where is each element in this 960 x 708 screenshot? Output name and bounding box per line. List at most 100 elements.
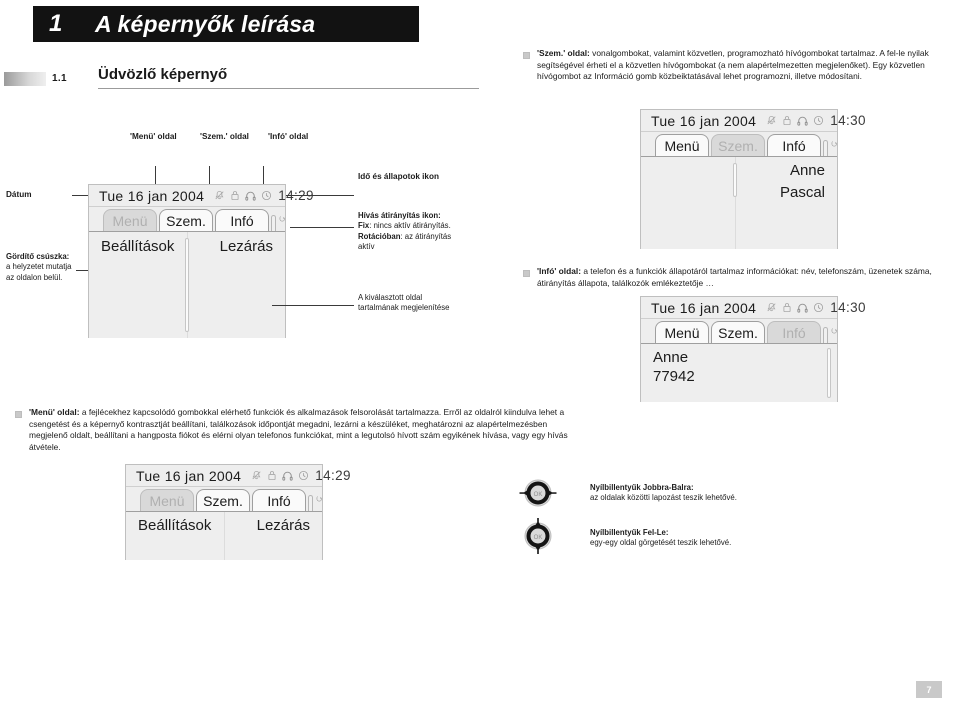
bullet-marker-info [523,270,530,277]
tab-info[interactable]: Infó [767,321,821,343]
label-selected-1: A kiválasztott oldal [358,293,423,302]
tab-info[interactable]: Infó [767,134,821,156]
call-forward-hand-icon [316,495,322,501]
clock-icon [299,470,309,481]
status-time-bottom: 14:29 [315,468,351,483]
scrollbar-thumb[interactable] [827,348,831,398]
info-lines: Anne 77942 [653,348,695,386]
label-scrollbar-body-2: az oldalon belül. [6,272,63,282]
lock-icon [783,116,791,126]
tab-info[interactable]: Infó [215,209,269,231]
call-forward-hand-icon [831,140,837,146]
tab-menu[interactable]: Menü [655,134,709,156]
note-menu-oldal: 'Menü' oldal: a fejlécekhez kapcsolódó g… [29,407,570,453]
status-bar: Tue 16 jan 2004 14:29 [89,185,314,207]
headset-icon [245,191,256,201]
tab-szem[interactable]: Szem. [711,321,765,343]
label-selected-2: tartalmának megjelenítése [358,303,450,313]
tab-nub [308,495,313,511]
label-selected-page: A kiválasztott oldal tartalmának megjele… [358,293,468,314]
tab-bar-info: Menü Szem. Infó [641,319,837,343]
content-row: Pascal [641,184,837,201]
tab-info[interactable]: Infó [252,489,306,511]
navkey-left-right-icon: OK [517,477,559,514]
label-forward-fix-t: : nincs aktív átirányítás. [369,221,451,231]
leader-line-forward [290,227,354,228]
label-szem-oldal: 'Szem.' oldal [200,132,249,141]
content-row: Beállítások Lezárás [89,238,285,255]
tab-menu[interactable]: Menü [655,321,709,343]
label-call-forward-head: Hívás átirányítás ikon: [358,211,441,220]
content-item-right[interactable]: Lezárás [257,517,310,534]
info-line-number: 77942 [653,368,695,385]
tab-info-label: Infó [782,137,806,154]
section-title: Üdvözlő képernyő [98,66,228,83]
note-menu-lead: 'Menü' oldal: [29,407,80,417]
status-bar-bottom: Tue 16 jan 2004 14:29 [126,465,351,487]
tab-szem[interactable]: Szem. [196,489,250,511]
tab-nub [271,215,276,231]
tab-szem[interactable]: Szem. [159,209,213,231]
status-time-szem: 14:30 [830,113,866,128]
svg-text:OK: OK [534,535,543,541]
manual-page: 1 A képernyők leírása 1.1 Üdvözlő képern… [0,0,960,708]
label-menu-oldal: 'Menü' oldal [130,132,177,141]
mute-bell-icon [215,190,224,200]
screen-szem-page[interactable]: Tue 16 jan 2004 14:30 Menü Szem. Infó An… [640,109,866,249]
section-number: 1.1 [52,73,67,84]
screen-content: Beállítások Lezárás [89,231,285,338]
status-bar-szem: Tue 16 jan 2004 14:30 [641,110,866,132]
clock-icon [814,302,824,313]
lock-icon [268,471,276,481]
label-scrollbar-head: Gördítő csúszka: [6,252,70,261]
tab-menu[interactable]: Menü [140,489,194,511]
label-forward-fix-b: Fix [358,221,370,231]
screen-content-info: Anne 77942 [641,343,837,402]
contact-anne[interactable]: Anne [790,162,825,179]
screen-content-bottom: Beállítások Lezárás [126,511,322,560]
status-icons-bottom [251,470,309,481]
status-date-bottom: Tue 16 jan 2004 [136,467,242,484]
content-row: Anne [641,162,837,179]
contact-pascal[interactable]: Pascal [780,184,825,201]
tab-info-label: Infó [230,212,254,229]
navkey-up-down-text: Nyílbillentyűk Fel-Le: egy-egy oldal gör… [590,528,820,549]
label-forward-rot-b: Rotációban [358,231,401,241]
note-info-body: a telefon és a funkciók állapotáról tart… [537,266,932,288]
content-item-left[interactable]: Beállítások [138,517,211,534]
clock-icon [814,115,824,126]
navkey-0-body: az oldalak közötti lapozást teszik lehet… [590,493,737,503]
call-forward-hand-icon [279,215,285,221]
tab-info-label: Infó [267,492,291,509]
tab-menu-label: Menü [149,492,185,509]
headset-icon [282,471,293,481]
screen-menu-page[interactable]: Tue 16 jan 2004 14:29 Menü Szem. Infó Be… [88,184,314,338]
note-info-oldal: 'Infó' oldal: a telefon és a funkciók ál… [537,266,958,289]
status-icons-info [766,302,824,313]
tab-szem-label: Szem. [203,492,243,509]
screen-info-page[interactable]: Tue 16 jan 2004 14:30 Menü Szem. Infó An… [640,296,866,402]
status-date-info: Tue 16 jan 2004 [651,299,757,316]
content-item-left[interactable]: Beállítások [101,238,174,255]
label-forward-rot-t: : az átirányítás [400,231,452,241]
bullet-marker-szem [523,52,530,59]
screen-menu-page-bottom[interactable]: Tue 16 jan 2004 14:29 Menü Szem. Infó Be… [125,464,351,560]
navkey-0-head: Nyílbillentyűk Jobbra-Balra: [590,483,694,492]
info-line-name: Anne [653,349,689,366]
content-item-right[interactable]: Lezárás [220,238,273,255]
clock-icon [262,190,272,201]
leader-line-status [286,195,354,196]
label-scrollbar-body-1: a helyzetet mutatja [6,262,72,272]
tab-nub [823,140,828,156]
leader-line-selected [272,305,354,306]
mute-bell-icon [767,115,776,125]
tab-bar: Menü Szem. Infó [89,207,285,231]
navkey-1-body: egy-egy oldal görgetését teszik lehetővé… [590,538,732,548]
tab-szem[interactable]: Szem. [711,134,765,156]
note-szem-body: vonalgombokat, valamint közvetlen, progr… [537,48,929,82]
label-scrollbar: Gördítő csúszka: a helyzetet mutatja az … [6,252,84,283]
status-icons [214,190,272,201]
lock-icon [783,303,791,313]
note-info-lead: 'Infó' oldal: [537,266,581,276]
tab-menu[interactable]: Menü [103,209,157,231]
